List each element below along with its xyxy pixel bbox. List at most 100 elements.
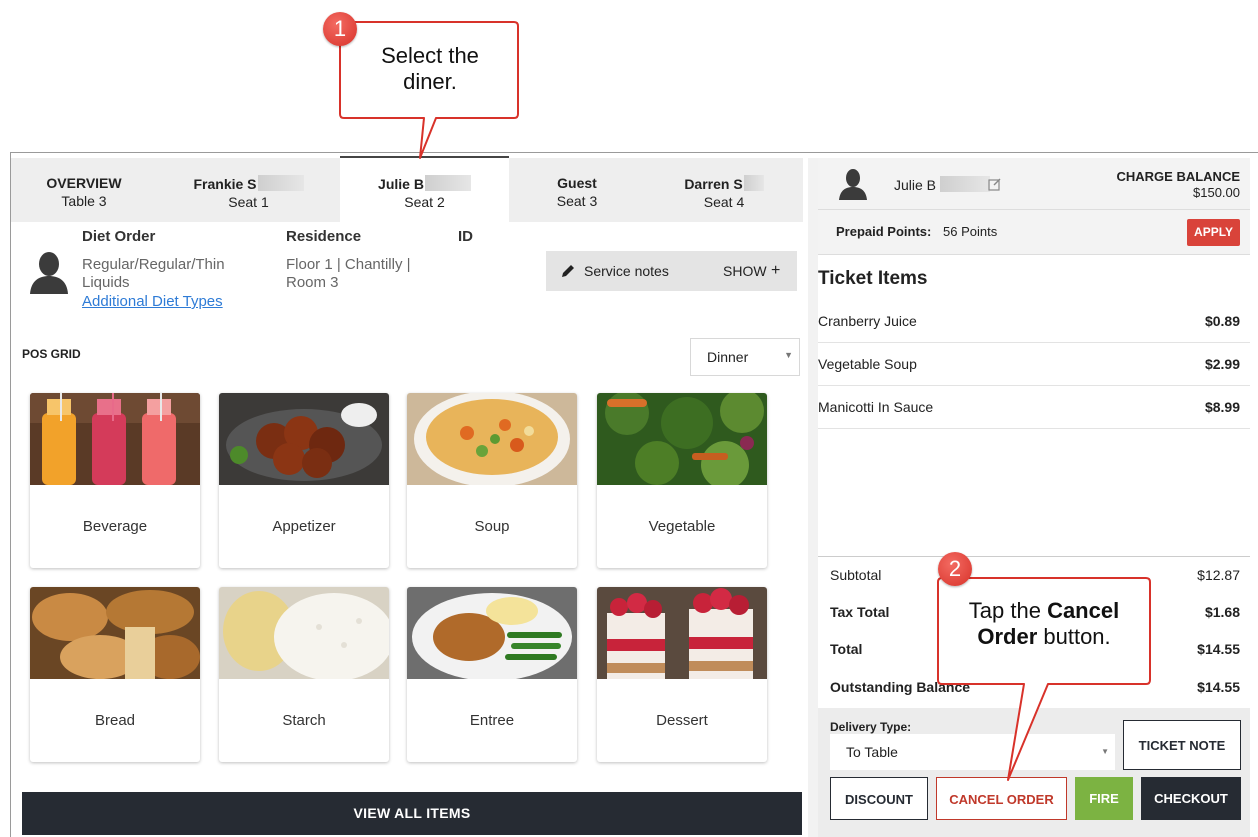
callout-number-2: 2 bbox=[938, 552, 972, 586]
redacted-name bbox=[424, 175, 471, 191]
starch-image bbox=[219, 587, 389, 679]
edit-icon[interactable] bbox=[988, 177, 1002, 191]
callout-1-line1: Select the bbox=[381, 43, 479, 68]
ticket-item-name: Vegetable Soup bbox=[818, 356, 917, 372]
tab-overview-sub: Table 3 bbox=[61, 193, 107, 209]
tab-seat-2-name: Julie B bbox=[378, 176, 424, 192]
delivery-type-label: Delivery Type: bbox=[830, 720, 912, 734]
tab-seat-3-sub: Seat 3 bbox=[556, 193, 598, 209]
residence-line2: Room 3 bbox=[286, 274, 339, 291]
category-card-beverage[interactable]: Beverage bbox=[30, 393, 200, 568]
appetizer-image bbox=[219, 393, 389, 485]
callout-1-line2: diner. bbox=[403, 69, 457, 94]
ticket-item-row[interactable]: Vegetable Soup $2.99 bbox=[818, 343, 1250, 386]
service-notes-label: Service notes bbox=[584, 263, 669, 279]
tab-seat-3[interactable]: Guest Seat 3 bbox=[509, 158, 645, 222]
category-card-bread[interactable]: Bread bbox=[30, 587, 200, 762]
category-label: Beverage bbox=[82, 518, 148, 535]
callout-2-pre: Tap the bbox=[968, 598, 1048, 623]
category-label: Vegetable bbox=[648, 518, 716, 535]
ticket-item-price: $2.99 bbox=[1204, 356, 1240, 372]
user-avatar-icon bbox=[30, 252, 68, 294]
callout-text-2: Tap the Cancel Order button. bbox=[940, 598, 1148, 650]
tax-value: $1.68 bbox=[1204, 604, 1240, 620]
bread-image bbox=[30, 587, 200, 679]
subtotal-label: Subtotal bbox=[830, 567, 882, 583]
charge-balance-value: $150.00 bbox=[1193, 185, 1240, 200]
total-label: Total bbox=[830, 641, 863, 657]
service-notes-bar[interactable]: Service notes SHOW + bbox=[546, 251, 797, 291]
diner-avatar-icon bbox=[839, 169, 867, 200]
category-label: Soup bbox=[474, 518, 510, 535]
seat-tabs: OVERVIEW Table 3 Frankie S Seat 1 Julie … bbox=[11, 156, 803, 224]
entree-image bbox=[407, 587, 577, 679]
pos-grid-label: POS GRID bbox=[22, 347, 81, 361]
meal-period-value: Dinner bbox=[707, 349, 749, 365]
callout-2-bold1: Cancel bbox=[1047, 598, 1120, 623]
plus-icon: + bbox=[771, 262, 781, 279]
callout-number-1: 1 bbox=[323, 12, 357, 46]
category-card-appetizer[interactable]: Appetizer bbox=[219, 393, 389, 568]
dessert-image bbox=[597, 587, 767, 679]
redacted-name bbox=[940, 176, 991, 192]
tab-seat-2[interactable]: Julie B Seat 2 bbox=[340, 156, 509, 224]
category-card-starch[interactable]: Starch bbox=[219, 587, 389, 762]
ticket-item-price: $0.89 bbox=[1204, 313, 1240, 329]
category-card-vegetable[interactable]: Vegetable bbox=[597, 393, 767, 568]
prepaid-points-row: Prepaid Points: 56 Points bbox=[818, 210, 1250, 255]
soup-image bbox=[407, 393, 577, 485]
tab-seat-4[interactable]: Darren S Seat 4 bbox=[645, 158, 803, 222]
redacted-name bbox=[743, 175, 764, 191]
apply-button[interactable]: APPLY bbox=[1187, 219, 1240, 246]
meal-period-select[interactable]: Dinner ▼ bbox=[690, 338, 800, 376]
tab-seat-1[interactable]: Frankie S Seat 1 bbox=[157, 158, 340, 222]
ticket-item-row[interactable]: Manicotti In Sauce $8.99 bbox=[818, 386, 1250, 429]
discount-button[interactable]: DISCOUNT bbox=[830, 777, 928, 820]
residence-line1: Floor 1 | Chantilly | bbox=[286, 256, 411, 273]
dropdown-arrow-icon: ▼ bbox=[784, 350, 793, 360]
panel-divider bbox=[808, 158, 818, 837]
callout-2-post: button. bbox=[1037, 624, 1111, 649]
residence-label: Residence bbox=[286, 228, 362, 245]
tab-overview[interactable]: OVERVIEW Table 3 bbox=[11, 158, 157, 222]
callout-text-1: Select the diner. bbox=[340, 43, 520, 95]
tab-seat-4-name: Darren S bbox=[684, 176, 743, 192]
category-card-entree[interactable]: Entree bbox=[407, 587, 577, 762]
prepaid-points-label: Prepaid Points: bbox=[836, 224, 932, 239]
total-value: $14.55 bbox=[1197, 641, 1240, 657]
tab-seat-1-name: Frankie S bbox=[193, 176, 257, 192]
category-label: Starch bbox=[282, 712, 326, 729]
category-label: Dessert bbox=[656, 712, 708, 729]
pencil-icon bbox=[562, 265, 574, 277]
id-label: ID bbox=[458, 228, 473, 245]
callout-bubble-2 bbox=[937, 577, 1151, 781]
view-all-items-button[interactable]: VIEW ALL ITEMS bbox=[22, 792, 802, 835]
category-label: Appetizer bbox=[272, 518, 336, 535]
delivery-type-value: To Table bbox=[846, 744, 898, 760]
redacted-name bbox=[257, 175, 304, 191]
ticket-item-row[interactable]: Cranberry Juice $0.89 bbox=[818, 300, 1250, 343]
category-card-soup[interactable]: Soup bbox=[407, 393, 577, 568]
vegetable-image bbox=[597, 393, 767, 485]
tab-seat-3-name: Guest bbox=[557, 175, 597, 191]
prepaid-points-value: 56 Points bbox=[943, 224, 998, 239]
diet-order-label: Diet Order bbox=[82, 228, 156, 245]
additional-diet-types-link[interactable]: Additional Diet Types bbox=[82, 293, 223, 310]
category-label: Bread bbox=[94, 712, 136, 729]
tax-label: Tax Total bbox=[830, 604, 890, 620]
tab-overview-name: OVERVIEW bbox=[46, 175, 122, 191]
ticket-items-title: Ticket Items bbox=[818, 268, 928, 289]
ticket-item-name: Cranberry Juice bbox=[818, 313, 917, 329]
service-notes-show[interactable]: SHOW bbox=[723, 263, 767, 279]
beverage-image bbox=[30, 393, 200, 485]
ticket-item-name: Manicotti In Sauce bbox=[818, 399, 934, 415]
account-header: Julie B CHARGE BALANCE $150.00 bbox=[818, 158, 1250, 210]
tab-seat-4-sub: Seat 4 bbox=[703, 194, 745, 210]
diet-order-line2: Liquids bbox=[82, 274, 130, 291]
subtotal-value: $12.87 bbox=[1197, 567, 1240, 583]
category-label: Entree bbox=[469, 712, 515, 729]
ticket-item-price: $8.99 bbox=[1204, 399, 1240, 415]
category-card-dessert[interactable]: Dessert bbox=[597, 587, 767, 762]
tab-seat-1-sub: Seat 1 bbox=[228, 194, 269, 210]
outstanding-value: $14.55 bbox=[1197, 679, 1240, 695]
